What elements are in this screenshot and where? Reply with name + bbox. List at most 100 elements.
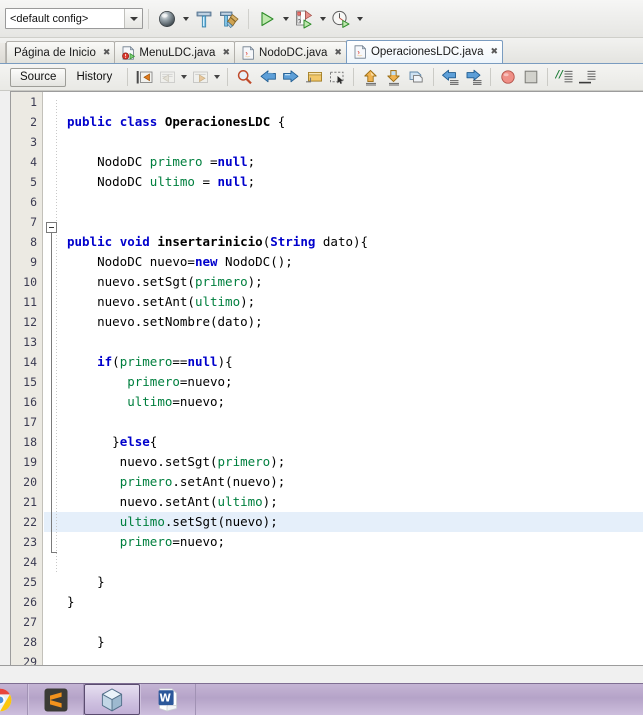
last-edit-button[interactable] (133, 67, 156, 88)
svg-text:3: 3 (298, 18, 301, 24)
chevron-down-icon (181, 75, 188, 79)
profile-project-button[interactable] (328, 6, 354, 32)
tab-operacionesldc-java[interactable]: OperacionesLDC.java ✖ (345, 40, 504, 63)
close-icon[interactable]: ✖ (490, 47, 497, 57)
line-number: 15 (23, 375, 37, 389)
code-line[interactable]: } (44, 632, 643, 652)
code-line[interactable]: ultimo.setSgt(nuevo); (44, 512, 643, 532)
close-icon[interactable]: ✖ (334, 48, 341, 58)
build-project-button[interactable] (191, 6, 217, 32)
code-text-area[interactable]: public class OperacionesLDC { NodoDC pri… (44, 92, 643, 665)
find-previous-button[interactable] (256, 67, 279, 88)
code-line[interactable]: } (44, 592, 643, 612)
configuration-combobox-arrow[interactable] (124, 9, 142, 28)
code-line[interactable]: }else{ (44, 432, 643, 452)
tab-menuldc-java[interactable]: MenuLDC.java ✖ (114, 41, 236, 63)
code-line[interactable]: if(primero==null){ (44, 352, 643, 372)
open-project-button[interactable] (154, 6, 180, 32)
debug-project-dropdown[interactable] (317, 6, 328, 32)
close-icon[interactable]: ✖ (103, 48, 110, 58)
find-selection-button[interactable] (233, 67, 256, 88)
code-line[interactable] (44, 212, 643, 232)
chevron-down-icon (129, 16, 138, 21)
open-project-dropdown[interactable] (180, 6, 191, 32)
stop-macro-recording-button[interactable] (519, 67, 542, 88)
status-strip (0, 665, 643, 684)
back-button[interactable] (156, 67, 179, 88)
taskbar-word[interactable]: W (140, 684, 196, 715)
shift-left-button[interactable] (439, 67, 462, 88)
find-selection-icon (238, 70, 252, 85)
comment-button[interactable]: // (553, 67, 576, 88)
java-file-icon (354, 45, 367, 59)
code-line[interactable] (44, 192, 643, 212)
toggle-rectangular-selection-button[interactable] (325, 67, 348, 88)
tab-pagina-de-inicio[interactable]: Página de Inicio ✖ (6, 41, 116, 63)
code-line[interactable]: public class OperacionesLDC { (44, 112, 643, 132)
windows-taskbar: W (0, 683, 643, 715)
code-line[interactable] (44, 552, 643, 572)
run-project-dropdown[interactable] (280, 6, 291, 32)
find-next-icon (282, 70, 299, 83)
profile-project-dropdown[interactable] (354, 6, 365, 32)
code-line[interactable]: public void insertarinicio(String dato){ (44, 232, 643, 252)
code-line[interactable] (44, 132, 643, 152)
taskbar-netbeans[interactable] (84, 684, 140, 715)
close-icon[interactable]: ✖ (222, 48, 229, 58)
code-line[interactable] (44, 652, 643, 665)
shift-right-button[interactable] (462, 67, 485, 88)
forward-button[interactable] (189, 67, 212, 88)
code-line[interactable]: NodoDC nuevo=new NodoDC(); (44, 252, 643, 272)
code-line[interactable]: primero=nuevo; (44, 532, 643, 552)
start-macro-recording-icon (501, 70, 515, 84)
configuration-combobox[interactable]: <default config> (5, 8, 143, 29)
forward-dropdown[interactable] (212, 67, 222, 88)
code-line[interactable] (44, 412, 643, 432)
code-line[interactable]: } (44, 572, 643, 592)
line-number: 20 (23, 475, 37, 489)
code-editor[interactable]: 1 2 3 4 5 6 7 8 9 10 11 12 13 14 15 16 17 18 19 20 21 22 23 24 2… (10, 91, 643, 665)
code-line[interactable] (44, 92, 643, 112)
main-toolbar: <default config> 3 (0, 0, 643, 38)
code-line[interactable]: primero=nuevo; (44, 372, 643, 392)
find-next-button[interactable] (279, 67, 302, 88)
code-line[interactable]: ultimo=nuevo; (44, 392, 643, 412)
toggle-highlight-button[interactable] (302, 67, 325, 88)
uncomment-button[interactable] (576, 67, 599, 88)
code-line[interactable] (44, 612, 643, 632)
taskbar-chrome[interactable] (0, 684, 28, 715)
editor-tab-bar: Página de Inicio ✖ MenuLDC.java ✖ NodoDC… (0, 38, 643, 64)
line-number: 26 (23, 595, 37, 609)
code-line[interactable]: nuevo.setNombre(dato); (44, 312, 643, 332)
line-number: 23 (23, 535, 37, 549)
history-tab-button[interactable]: History (66, 68, 122, 87)
code-fold-collapse-icon[interactable] (46, 222, 57, 233)
debug-project-button[interactable]: 3 (291, 6, 317, 32)
configuration-combobox-value: <default config> (10, 12, 89, 25)
tab-nododc-java[interactable]: NodoDC.java ✖ (234, 41, 347, 63)
next-bookmark-button[interactable] (382, 67, 405, 88)
clean-and-build-button[interactable] (217, 6, 243, 32)
code-line[interactable]: nuevo.setAnt(ultimo); (44, 292, 643, 312)
clean-and-build-icon (220, 11, 239, 29)
toggle-bookmark-button[interactable] (405, 67, 428, 88)
java-file-icon (242, 45, 255, 60)
run-project-button[interactable] (254, 6, 280, 32)
code-line[interactable]: NodoDC ultimo = null; (44, 172, 643, 192)
toolbar-separator (248, 8, 249, 29)
back-dropdown[interactable] (179, 67, 189, 88)
taskbar-sublime-text[interactable] (28, 684, 84, 715)
code-line[interactable]: nuevo.setAnt(ultimo); (44, 492, 643, 512)
line-number: 5 (30, 175, 37, 189)
toggle-highlight-icon (305, 71, 322, 82)
code-line[interactable] (44, 332, 643, 352)
svg-text://: // (555, 70, 564, 81)
previous-bookmark-button[interactable] (359, 67, 382, 88)
tab-label: OperacionesLDC.java (370, 46, 484, 58)
source-tab-button[interactable]: Source (10, 67, 67, 87)
code-line[interactable]: nuevo.setSgt(primero); (44, 272, 643, 292)
start-macro-recording-button[interactable] (496, 67, 519, 88)
code-line[interactable]: nuevo.setSgt(primero); (44, 452, 643, 472)
code-line[interactable]: NodoDC primero =null; (44, 152, 643, 172)
code-line[interactable]: primero.setAnt(nuevo); (44, 472, 643, 492)
